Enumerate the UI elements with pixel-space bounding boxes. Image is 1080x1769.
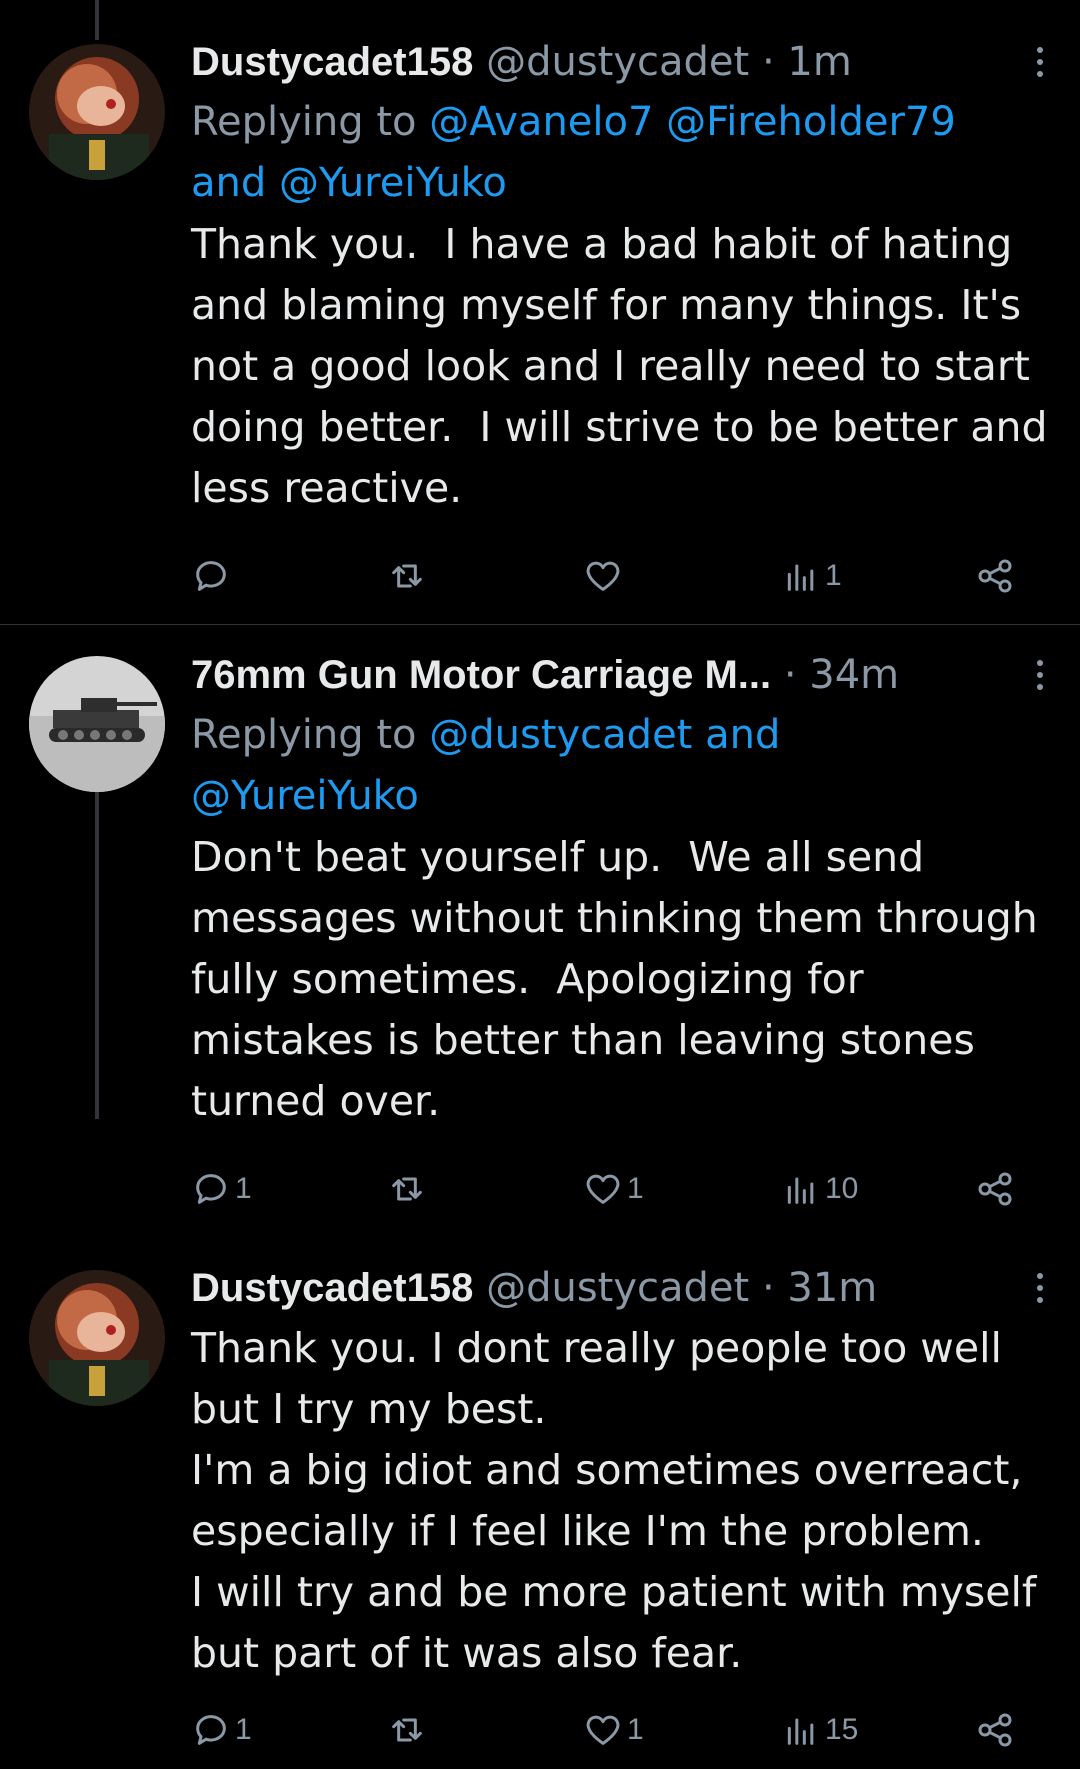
tweet-actions: 1 bbox=[191, 551, 1031, 601]
retweet-button[interactable] bbox=[387, 551, 431, 601]
display-name[interactable]: Dustycadet158 bbox=[191, 1266, 473, 1310]
mention-links[interactable]: @YureiYuko bbox=[191, 773, 419, 819]
more-icon[interactable] bbox=[1020, 42, 1060, 82]
share-icon bbox=[978, 559, 1012, 593]
views-icon bbox=[787, 1177, 814, 1204]
views-button[interactable]: 10 bbox=[781, 1164, 858, 1214]
reply-button[interactable]: 1 bbox=[191, 1705, 252, 1755]
like-button[interactable]: 1 bbox=[583, 1164, 644, 1214]
mention-links[interactable]: and @YureiYuko bbox=[191, 160, 507, 206]
like-icon bbox=[586, 561, 620, 591]
handle[interactable]: @dustycadet bbox=[486, 1265, 749, 1311]
views-count: 15 bbox=[825, 1713, 859, 1746]
more-icon[interactable] bbox=[1020, 655, 1060, 695]
handle[interactable]: @dustycadet bbox=[486, 39, 749, 85]
reply-button[interactable] bbox=[191, 551, 235, 601]
retweet-icon bbox=[392, 1718, 422, 1742]
separator-dot: · bbox=[761, 1265, 775, 1311]
timestamp[interactable]: 34m bbox=[809, 652, 899, 698]
like-icon bbox=[586, 1715, 620, 1745]
separator-dot: · bbox=[783, 652, 797, 698]
tweet-text: Thank you. I dont really people too well… bbox=[191, 1324, 1037, 1677]
retweet-icon bbox=[392, 564, 422, 588]
reply-count: 1 bbox=[235, 1713, 252, 1746]
reply-icon bbox=[196, 561, 226, 591]
display-name[interactable]: Dustycadet158 bbox=[191, 40, 473, 84]
views-button[interactable]: 1 bbox=[781, 551, 842, 601]
mention-links[interactable]: @Avanelo7 @Fireholder79 bbox=[429, 99, 956, 145]
separator-dot: · bbox=[761, 39, 775, 85]
views-count: 10 bbox=[825, 1172, 859, 1205]
views-button[interactable]: 15 bbox=[781, 1705, 858, 1755]
like-count: 1 bbox=[627, 1713, 644, 1746]
tweet-text: Don't beat yourself up. We all send mess… bbox=[191, 833, 1038, 1125]
share-icon bbox=[978, 1713, 1012, 1747]
avatar[interactable] bbox=[29, 44, 165, 180]
tweet-actions: 1 1 15 bbox=[191, 1705, 1031, 1755]
mention-links[interactable]: @dustycadet and bbox=[429, 712, 780, 758]
reply-button[interactable]: 1 bbox=[191, 1164, 252, 1214]
reply-icon bbox=[196, 1174, 226, 1204]
retweet-icon bbox=[392, 1177, 422, 1201]
retweet-button[interactable] bbox=[387, 1164, 431, 1214]
like-button[interactable] bbox=[583, 551, 627, 601]
share-button[interactable] bbox=[975, 1705, 1015, 1755]
like-count: 1 bbox=[627, 1172, 644, 1205]
replying-to-label: Replying to bbox=[191, 712, 430, 758]
tweet-actions: 1 1 10 bbox=[191, 1164, 1031, 1214]
more-icon[interactable] bbox=[1020, 1268, 1060, 1308]
retweet-button[interactable] bbox=[387, 1705, 431, 1755]
views-count: 1 bbox=[825, 559, 842, 592]
timestamp[interactable]: 31m bbox=[787, 1265, 877, 1311]
replying-to-label: Replying to bbox=[191, 99, 430, 145]
share-button[interactable] bbox=[975, 551, 1015, 601]
share-icon bbox=[978, 1172, 1012, 1206]
replying-to: Replying to @dustycadet and @YureiYuko bbox=[191, 705, 1051, 827]
timestamp[interactable]: 1m bbox=[787, 39, 851, 85]
like-icon bbox=[586, 1174, 620, 1204]
reply-icon bbox=[196, 1715, 226, 1745]
avatar[interactable] bbox=[29, 656, 165, 792]
views-icon bbox=[787, 564, 814, 591]
display-name[interactable]: 76mm Gun Motor Carriage M... bbox=[191, 653, 771, 697]
views-icon bbox=[787, 1718, 814, 1745]
tweet-2[interactable]: 76mm Gun Motor Carriage M... · 34m Reply… bbox=[0, 625, 1080, 1235]
share-button[interactable] bbox=[975, 1164, 1015, 1214]
reply-count: 1 bbox=[235, 1172, 252, 1205]
tweet-1[interactable]: Dustycadet158 @dustycadet · 1m Replying … bbox=[0, 0, 1080, 625]
tweet-text: Thank you. I have a bad habit of hating … bbox=[191, 220, 1048, 512]
like-button[interactable]: 1 bbox=[583, 1705, 644, 1755]
replying-to: Replying to @Avanelo7 @Fireholder79 and … bbox=[191, 92, 1051, 214]
tweet-3[interactable]: Dustycadet158 @dustycadet · 31m Thank yo… bbox=[0, 1235, 1080, 1769]
avatar[interactable] bbox=[29, 1270, 165, 1406]
